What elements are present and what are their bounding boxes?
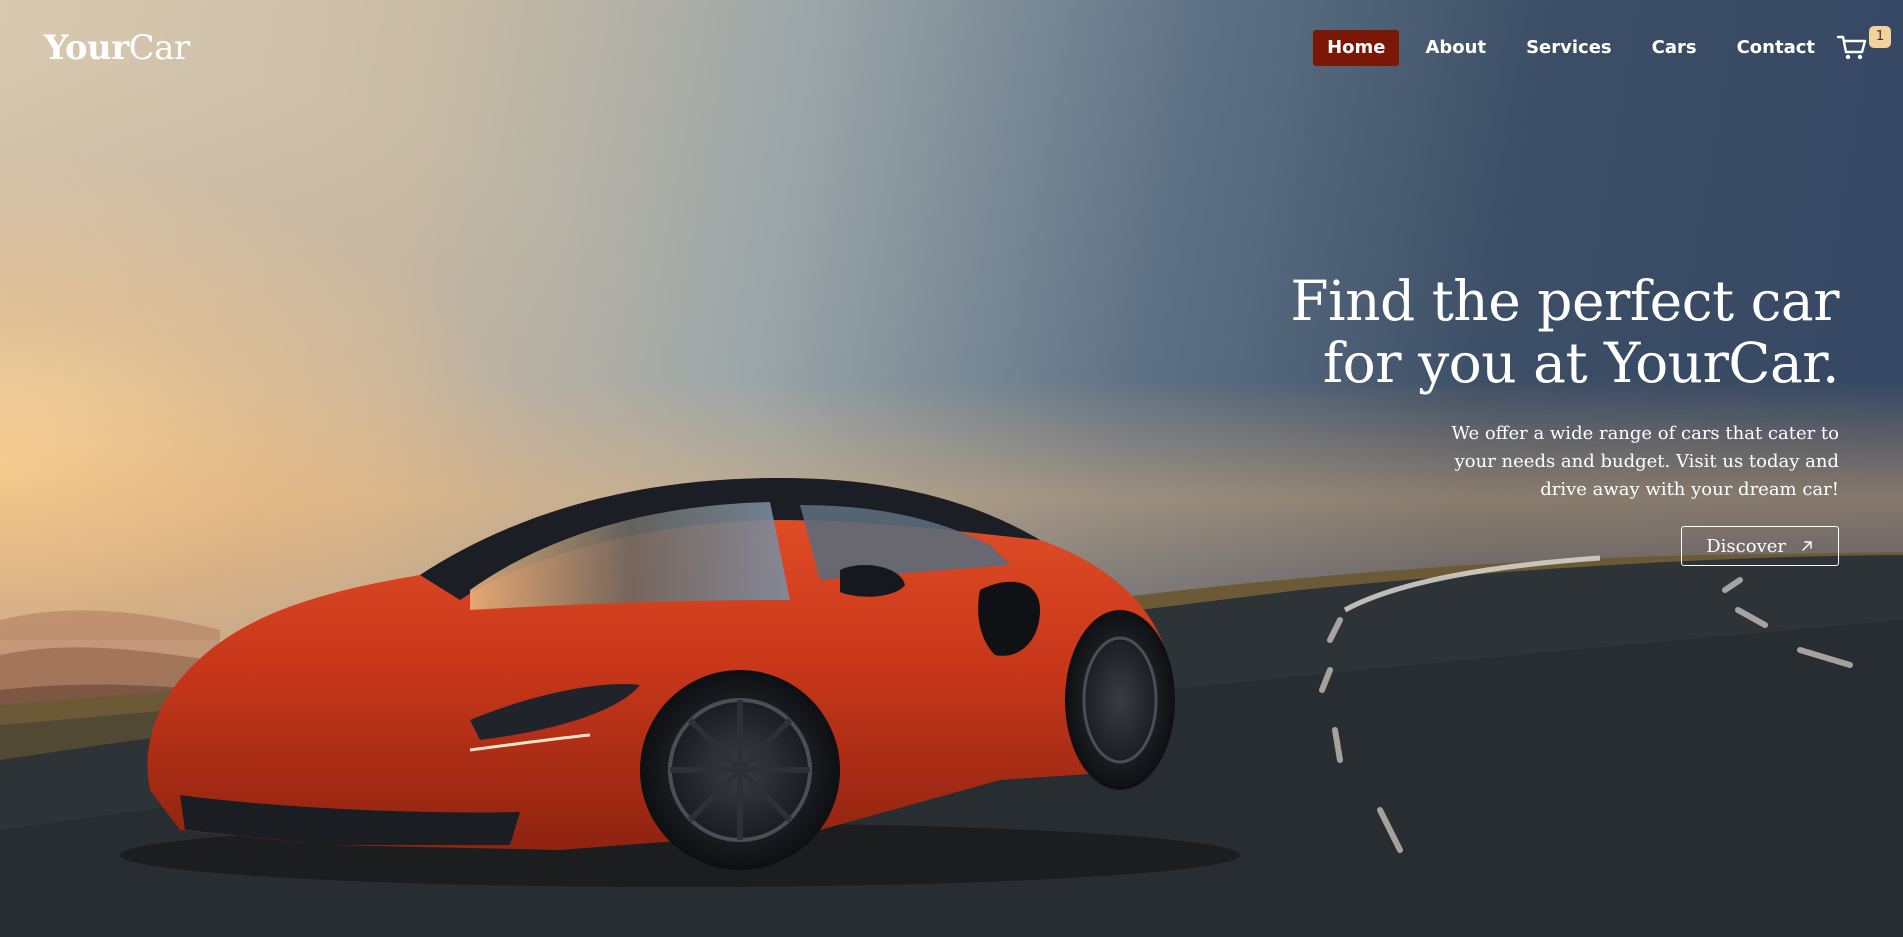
- nav-item-services[interactable]: Services: [1512, 30, 1626, 66]
- cart-count-badge: 1: [1869, 26, 1891, 48]
- brand-name-bold: Your: [44, 28, 129, 68]
- shopping-cart-icon[interactable]: [1835, 30, 1869, 64]
- hero-subtitle: We offer a wide range of cars that cater…: [1451, 423, 1839, 500]
- hero-title-line1: Find the perfect car: [1290, 269, 1839, 333]
- discover-button-label: Discover: [1706, 535, 1786, 557]
- brand-logo[interactable]: YourCar: [44, 26, 190, 70]
- nav-item-home[interactable]: Home: [1313, 30, 1400, 66]
- nav-item-contact[interactable]: Contact: [1723, 30, 1829, 66]
- hero-section: YourCar Home About Services Cars Contact…: [0, 0, 1903, 937]
- top-navigation: YourCar Home About Services Cars Contact…: [0, 0, 1903, 96]
- nav-item-about[interactable]: About: [1411, 30, 1500, 66]
- arrow-up-right-icon: [1802, 541, 1812, 551]
- hero-content: Find the perfect car for you at YourCar.…: [1199, 270, 1840, 566]
- nav-menu: Home About Services Cars Contact: [1313, 30, 1829, 66]
- hero-title: Find the perfect car for you at YourCar.: [1199, 270, 1839, 394]
- discover-button[interactable]: Discover: [1681, 526, 1839, 566]
- hero-title-line2: for you at YourCar.: [1322, 331, 1840, 395]
- brand-name-light: Car: [128, 28, 191, 68]
- nav-item-cars[interactable]: Cars: [1638, 30, 1711, 66]
